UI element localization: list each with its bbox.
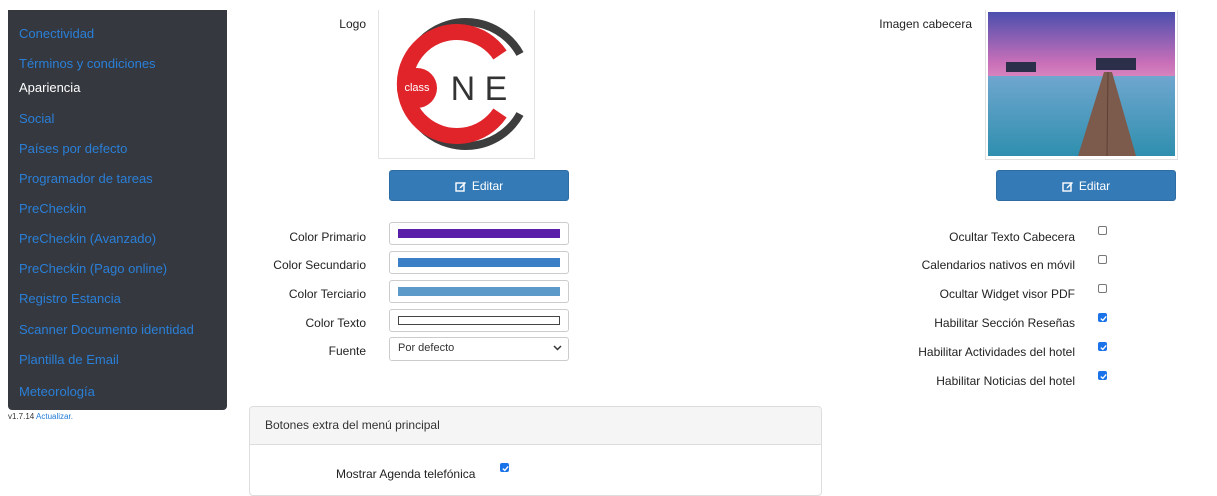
sidebar-item-scanner[interactable]: Scanner Documento identidad [19, 322, 194, 338]
option-reviews-checkbox[interactable] [1098, 313, 1107, 322]
sidebar-item-conectividad[interactable]: Conectividad [19, 26, 94, 42]
option-hide-pdf-widget-checkbox[interactable] [1098, 284, 1107, 293]
font-label: Fuente [328, 344, 366, 358]
sidebar-item-terminos[interactable]: Términos y condiciones [19, 56, 156, 72]
version-number: v1.7.14 [8, 412, 35, 421]
option-activities-checkbox[interactable] [1098, 342, 1107, 351]
sidebar-item-plantilla-email[interactable]: Plantilla de Email [19, 352, 119, 368]
sidebar-item-precheckin-avanzado[interactable]: PreCheckin (Avanzado) [19, 231, 156, 247]
version-info: v1.7.14 Actualizar. [8, 412, 73, 421]
sidebar-item-registro-estancia[interactable]: Registro Estancia [19, 291, 121, 307]
chevron-down-icon [553, 343, 562, 355]
edit-header-image-button[interactable]: Editar [996, 170, 1176, 201]
option-hide-pdf-widget-label: Ocultar Widget visor PDF [939, 287, 1075, 301]
edit-logo-label: Editar [471, 178, 504, 193]
show-phonebook-label: Mostrar Agenda telefónica [336, 467, 476, 481]
option-news-label: Habilitar Noticias del hotel [936, 374, 1075, 388]
header-image [988, 12, 1175, 157]
color-primary-label: Color Primario [289, 230, 366, 244]
color-tertiary-swatch [398, 287, 560, 296]
edit-icon [455, 180, 467, 192]
font-select-value: Por defecto [398, 342, 455, 354]
edit-icon [1062, 180, 1074, 192]
color-primary-input[interactable] [389, 222, 569, 245]
sidebar: Conectividad Términos y condiciones Apar… [8, 10, 227, 410]
edit-header-image-label: Editar [1078, 178, 1111, 193]
color-secondary-input[interactable] [389, 251, 569, 274]
logo-brand-small: class [404, 82, 430, 94]
sidebar-item-programador[interactable]: Programador de tareas [19, 171, 153, 187]
option-native-calendars-checkbox[interactable] [1098, 255, 1107, 264]
header-image-label: Imagen cabecera [879, 17, 972, 31]
logo-image: class N E [396, 18, 524, 150]
sidebar-item-apariencia[interactable]: Apariencia [19, 80, 80, 96]
header-image-preview [985, 10, 1178, 160]
option-native-calendars-label: Calendarios nativos en móvil [921, 258, 1075, 272]
extra-menu-panel: Botones extra del menú principal [249, 406, 822, 496]
extra-menu-title: Botones extra del menú principal [250, 407, 821, 445]
color-text-swatch [398, 316, 560, 325]
option-activities-label: Habilitar Actividades del hotel [918, 345, 1075, 359]
logo-brand-letters: N E [451, 70, 508, 108]
color-text-input[interactable] [389, 309, 569, 332]
logo-preview: class N E [378, 10, 535, 159]
sidebar-item-paises[interactable]: Países por defecto [19, 141, 127, 157]
sidebar-item-precheckin-pago[interactable]: PreCheckin (Pago online) [19, 261, 167, 277]
color-secondary-label: Color Secundario [273, 258, 366, 272]
sidebar-item-precheckin[interactable]: PreCheckin [19, 201, 86, 217]
option-hide-header-text-label: Ocultar Texto Cabecera [949, 230, 1075, 244]
edit-logo-button[interactable]: Editar [389, 170, 569, 201]
update-link[interactable]: Actualizar. [36, 412, 73, 421]
sidebar-item-meteorologia[interactable]: Meteorología [19, 384, 95, 400]
option-hide-header-text-checkbox[interactable] [1098, 226, 1107, 235]
color-secondary-swatch [398, 258, 560, 267]
show-phonebook-checkbox[interactable] [500, 463, 509, 472]
color-primary-swatch [398, 229, 560, 238]
logo-label: Logo [339, 17, 366, 31]
color-text-label: Color Texto [305, 316, 366, 330]
sidebar-item-social[interactable]: Social [19, 111, 54, 127]
color-tertiary-label: Color Terciario [288, 287, 366, 301]
font-select[interactable]: Por defecto [389, 337, 569, 361]
option-news-checkbox[interactable] [1098, 371, 1107, 380]
option-reviews-label: Habilitar Sección Reseñas [934, 316, 1075, 330]
color-tertiary-input[interactable] [389, 280, 569, 303]
